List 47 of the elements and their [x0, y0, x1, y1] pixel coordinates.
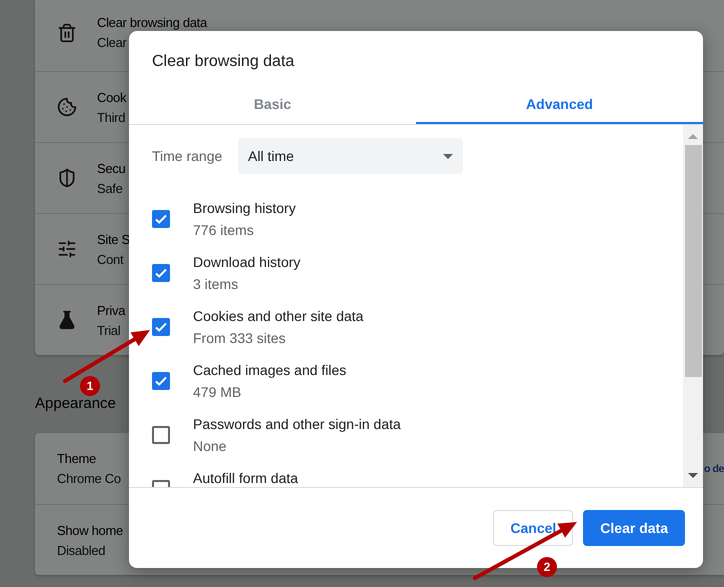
section-heading: Appearance [35, 395, 116, 412]
shield-icon [57, 168, 77, 188]
sliders-icon [57, 239, 77, 259]
item-detail: 776 items [193, 222, 254, 238]
setting-title: Cook [97, 90, 126, 104]
item-label: Browsing history [193, 200, 296, 216]
scrollbar[interactable] [683, 125, 703, 487]
checkbox[interactable] [152, 264, 170, 282]
setting-subtitle: Chrome Co [57, 471, 121, 486]
clear-data-button[interactable]: Clear data [583, 510, 685, 546]
checkbox[interactable] [152, 210, 170, 228]
setting-title: Clear browsing data [97, 15, 207, 30]
setting-subtitle: Clear [97, 35, 127, 50]
setting-title: Theme [57, 451, 96, 466]
tab[interactable]: Basic [129, 85, 416, 124]
tab[interactable]: Advanced [416, 85, 703, 124]
caret-icon [443, 154, 453, 158]
checkbox[interactable] [152, 372, 170, 390]
item-label: Cached images and files [193, 362, 346, 378]
setting-subtitle: Disabled [57, 542, 106, 558]
item-label: Autofill form data [193, 470, 298, 486]
setting-title: Show home [57, 522, 123, 538]
item-detail: 3 items [193, 276, 238, 292]
setting-title: Secu [97, 160, 126, 176]
setting-link[interactable]: o de [704, 462, 724, 474]
dialog-title: Clear browsing data [151, 52, 296, 72]
flask-icon [57, 310, 77, 330]
setting-subtitle: Third [97, 110, 126, 124]
cancel-button[interactable]: Cancel [493, 510, 574, 546]
setting-title: Priva [97, 302, 126, 318]
step-badge: 1 [80, 376, 100, 396]
setting-title: Site S [97, 232, 130, 246]
setting-subtitle: Safe [97, 180, 123, 196]
time-range-select[interactable]: All time [238, 138, 463, 174]
checkbox[interactable] [152, 318, 170, 336]
field-label: Time range [152, 148, 224, 164]
setting-subtitle: Trial [97, 322, 120, 338]
checkbox[interactable] [152, 426, 170, 444]
trash-icon [57, 22, 77, 42]
item-label: Passwords and other sign-in data [193, 416, 401, 432]
item-label: Download history [193, 254, 300, 270]
item-label: Cookies and other site data [193, 308, 364, 324]
item-detail: 479 MB [193, 384, 242, 400]
item-detail: From 333 sites [193, 330, 286, 346]
cookie-icon [57, 97, 77, 117]
item-detail: None [193, 438, 226, 454]
setting-subtitle: Cont [97, 252, 124, 266]
